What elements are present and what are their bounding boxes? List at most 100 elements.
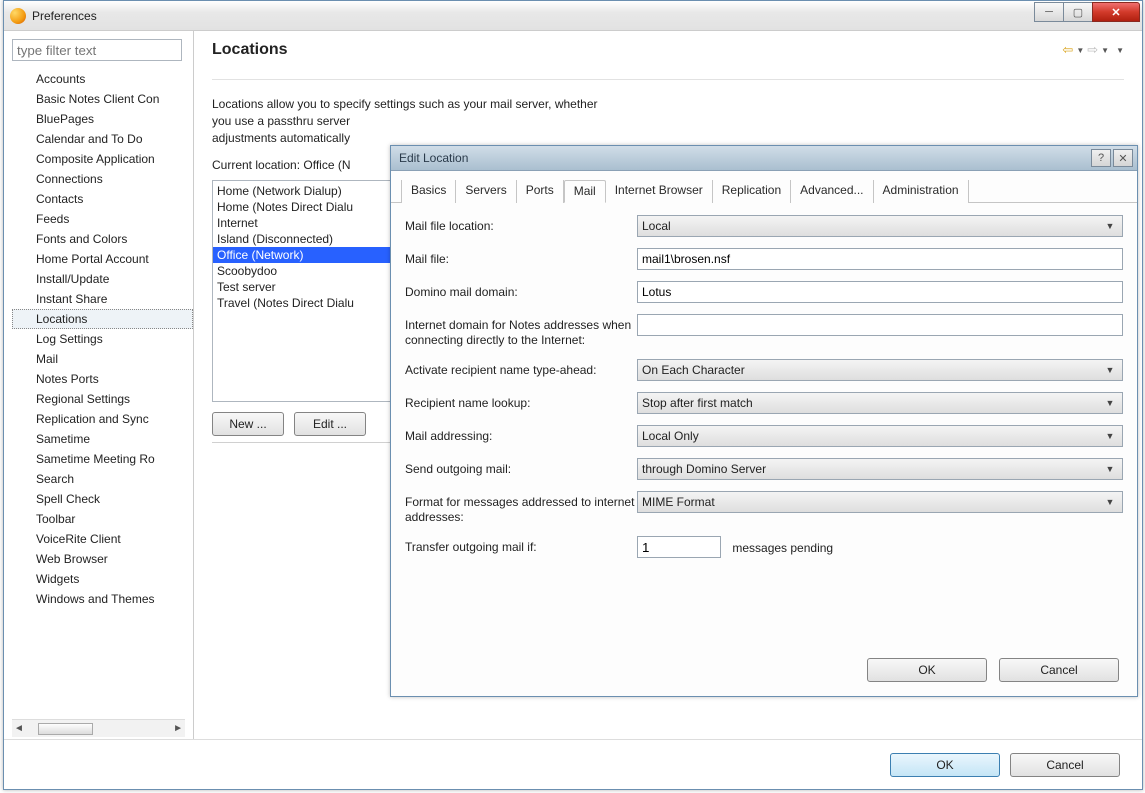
sidebar-item[interactable]: Notes Ports bbox=[12, 369, 193, 389]
sidebar-item[interactable]: Regional Settings bbox=[12, 389, 193, 409]
sidebar-item[interactable]: Log Settings bbox=[12, 329, 193, 349]
category-list: AccountsBasic Notes Client ConBluePagesC… bbox=[12, 69, 193, 719]
app-icon bbox=[10, 8, 26, 24]
tab[interactable]: Basics bbox=[401, 180, 456, 203]
label-send-outgoing: Send outgoing mail: bbox=[405, 458, 637, 477]
transfer-if-suffix: messages pending bbox=[732, 537, 833, 555]
window-title: Preferences bbox=[32, 9, 1035, 23]
chevron-down-icon: ▼ bbox=[1102, 464, 1118, 474]
edit-button[interactable]: Edit ... bbox=[294, 412, 366, 436]
tab[interactable]: Ports bbox=[517, 180, 564, 203]
mail-file-input[interactable] bbox=[637, 248, 1123, 270]
new-button[interactable]: New ... bbox=[212, 412, 284, 436]
minimize-button[interactable]: ─ bbox=[1034, 2, 1064, 22]
dialog-close-button[interactable]: ✕ bbox=[1113, 149, 1133, 167]
tab[interactable]: Replication bbox=[713, 180, 791, 203]
tab[interactable]: Servers bbox=[456, 180, 516, 203]
chevron-down-icon: ▼ bbox=[1102, 365, 1118, 375]
dialog-form: Mail file location: Local ▼ Mail file: D… bbox=[391, 203, 1137, 648]
mail-addressing-select[interactable]: Local Only ▼ bbox=[637, 425, 1123, 447]
label-format-internet: Format for messages addressed to interne… bbox=[405, 491, 637, 525]
tab[interactable]: Advanced... bbox=[791, 180, 873, 203]
desc-line1: Locations allow you to specify settings … bbox=[212, 97, 598, 111]
edit-location-dialog: Edit Location ? ✕ BasicsServersPortsMail… bbox=[390, 145, 1138, 697]
main-header: Locations ⇦ ▼ ⇨ ▼ ▼ bbox=[212, 41, 1124, 80]
desc-line3: adjustments automatically bbox=[212, 131, 350, 145]
back-dropdown-icon[interactable]: ▼ bbox=[1076, 46, 1084, 55]
description: Locations allow you to specify settings … bbox=[212, 96, 1124, 146]
sidebar-item[interactable]: Instant Share bbox=[12, 289, 193, 309]
bottom-bar: OK Cancel bbox=[4, 739, 1142, 789]
desc-line2: you use a passthru server bbox=[212, 114, 350, 128]
sidebar-item[interactable]: Web Browser bbox=[12, 549, 193, 569]
mail-file-location-select[interactable]: Local ▼ bbox=[637, 215, 1123, 237]
chevron-down-icon: ▼ bbox=[1102, 497, 1118, 507]
dialog-buttons: OK Cancel bbox=[391, 648, 1137, 696]
page-title: Locations bbox=[212, 41, 288, 59]
sidebar-item[interactable]: Connections bbox=[12, 169, 193, 189]
label-transfer-if: Transfer outgoing mail if: bbox=[405, 536, 637, 555]
nav-icons: ⇦ ▼ ⇨ ▼ ▼ bbox=[1062, 42, 1124, 58]
dialog-titlebar: Edit Location ? ✕ bbox=[391, 146, 1137, 171]
chevron-down-icon: ▼ bbox=[1102, 398, 1118, 408]
sidebar: AccountsBasic Notes Client ConBluePagesC… bbox=[4, 31, 194, 739]
label-domino-domain: Domino mail domain: bbox=[405, 281, 637, 300]
typeahead-select[interactable]: On Each Character ▼ bbox=[637, 359, 1123, 381]
transfer-if-input[interactable] bbox=[637, 536, 721, 558]
sidebar-item[interactable]: BluePages bbox=[12, 109, 193, 129]
sidebar-item[interactable]: Sametime Meeting Ro bbox=[12, 449, 193, 469]
sidebar-item[interactable]: Toolbar bbox=[12, 509, 193, 529]
help-button[interactable]: ? bbox=[1091, 149, 1111, 167]
maximize-button[interactable]: ▢ bbox=[1063, 2, 1093, 22]
label-typeahead: Activate recipient name type-ahead: bbox=[405, 359, 637, 378]
sidebar-item[interactable]: Fonts and Colors bbox=[12, 229, 193, 249]
titlebar: Preferences ─ ▢ ✕ bbox=[4, 1, 1142, 31]
chevron-down-icon: ▼ bbox=[1102, 221, 1118, 231]
send-outgoing-select[interactable]: through Domino Server ▼ bbox=[637, 458, 1123, 480]
sidebar-scrollbar[interactable]: ◄ ► bbox=[12, 719, 185, 737]
dialog-title: Edit Location bbox=[399, 151, 1089, 165]
dialog-ok-button[interactable]: OK bbox=[867, 658, 987, 682]
sidebar-item[interactable]: Contacts bbox=[12, 189, 193, 209]
label-internet-domain: Internet domain for Notes addresses when… bbox=[405, 314, 637, 348]
sidebar-item[interactable]: Widgets bbox=[12, 569, 193, 589]
filter-input[interactable] bbox=[12, 39, 182, 61]
sidebar-item[interactable]: Accounts bbox=[12, 69, 193, 89]
back-icon[interactable]: ⇦ bbox=[1062, 42, 1073, 58]
tab[interactable]: Mail bbox=[564, 180, 606, 203]
forward-dropdown-icon[interactable]: ▼ bbox=[1101, 46, 1109, 55]
dialog-tabs: BasicsServersPortsMailInternet BrowserRe… bbox=[391, 171, 1137, 203]
sidebar-item[interactable]: VoiceRite Client bbox=[12, 529, 193, 549]
label-recipient-lookup: Recipient name lookup: bbox=[405, 392, 637, 411]
sidebar-item[interactable]: Windows and Themes bbox=[12, 589, 193, 609]
domino-domain-input[interactable] bbox=[637, 281, 1123, 303]
sidebar-item[interactable]: Install/Update bbox=[12, 269, 193, 289]
label-mail-file: Mail file: bbox=[405, 248, 637, 267]
window-buttons: ─ ▢ ✕ bbox=[1035, 2, 1140, 22]
chevron-down-icon: ▼ bbox=[1102, 431, 1118, 441]
sidebar-item[interactable]: Composite Application bbox=[12, 149, 193, 169]
sidebar-item[interactable]: Locations bbox=[12, 309, 193, 329]
sidebar-item[interactable]: Replication and Sync bbox=[12, 409, 193, 429]
sidebar-item[interactable]: Sametime bbox=[12, 429, 193, 449]
sidebar-item[interactable]: Feeds bbox=[12, 209, 193, 229]
menu-dropdown-icon[interactable]: ▼ bbox=[1116, 46, 1124, 55]
sidebar-item[interactable]: Search bbox=[12, 469, 193, 489]
recipient-lookup-select[interactable]: Stop after first match ▼ bbox=[637, 392, 1123, 414]
dialog-cancel-button[interactable]: Cancel bbox=[999, 658, 1119, 682]
close-button[interactable]: ✕ bbox=[1092, 2, 1140, 22]
format-internet-select[interactable]: MIME Format ▼ bbox=[637, 491, 1123, 513]
sidebar-item[interactable]: Mail bbox=[12, 349, 193, 369]
tab[interactable]: Internet Browser bbox=[606, 180, 713, 203]
internet-domain-input[interactable] bbox=[637, 314, 1123, 336]
forward-icon[interactable]: ⇨ bbox=[1087, 42, 1098, 58]
sidebar-item[interactable]: Spell Check bbox=[12, 489, 193, 509]
label-mail-addressing: Mail addressing: bbox=[405, 425, 637, 444]
sidebar-item[interactable]: Home Portal Account bbox=[12, 249, 193, 269]
ok-button[interactable]: OK bbox=[890, 753, 1000, 777]
sidebar-item[interactable]: Calendar and To Do bbox=[12, 129, 193, 149]
tab[interactable]: Administration bbox=[874, 180, 969, 203]
cancel-button[interactable]: Cancel bbox=[1010, 753, 1120, 777]
label-mail-file-location: Mail file location: bbox=[405, 215, 637, 234]
sidebar-item[interactable]: Basic Notes Client Con bbox=[12, 89, 193, 109]
